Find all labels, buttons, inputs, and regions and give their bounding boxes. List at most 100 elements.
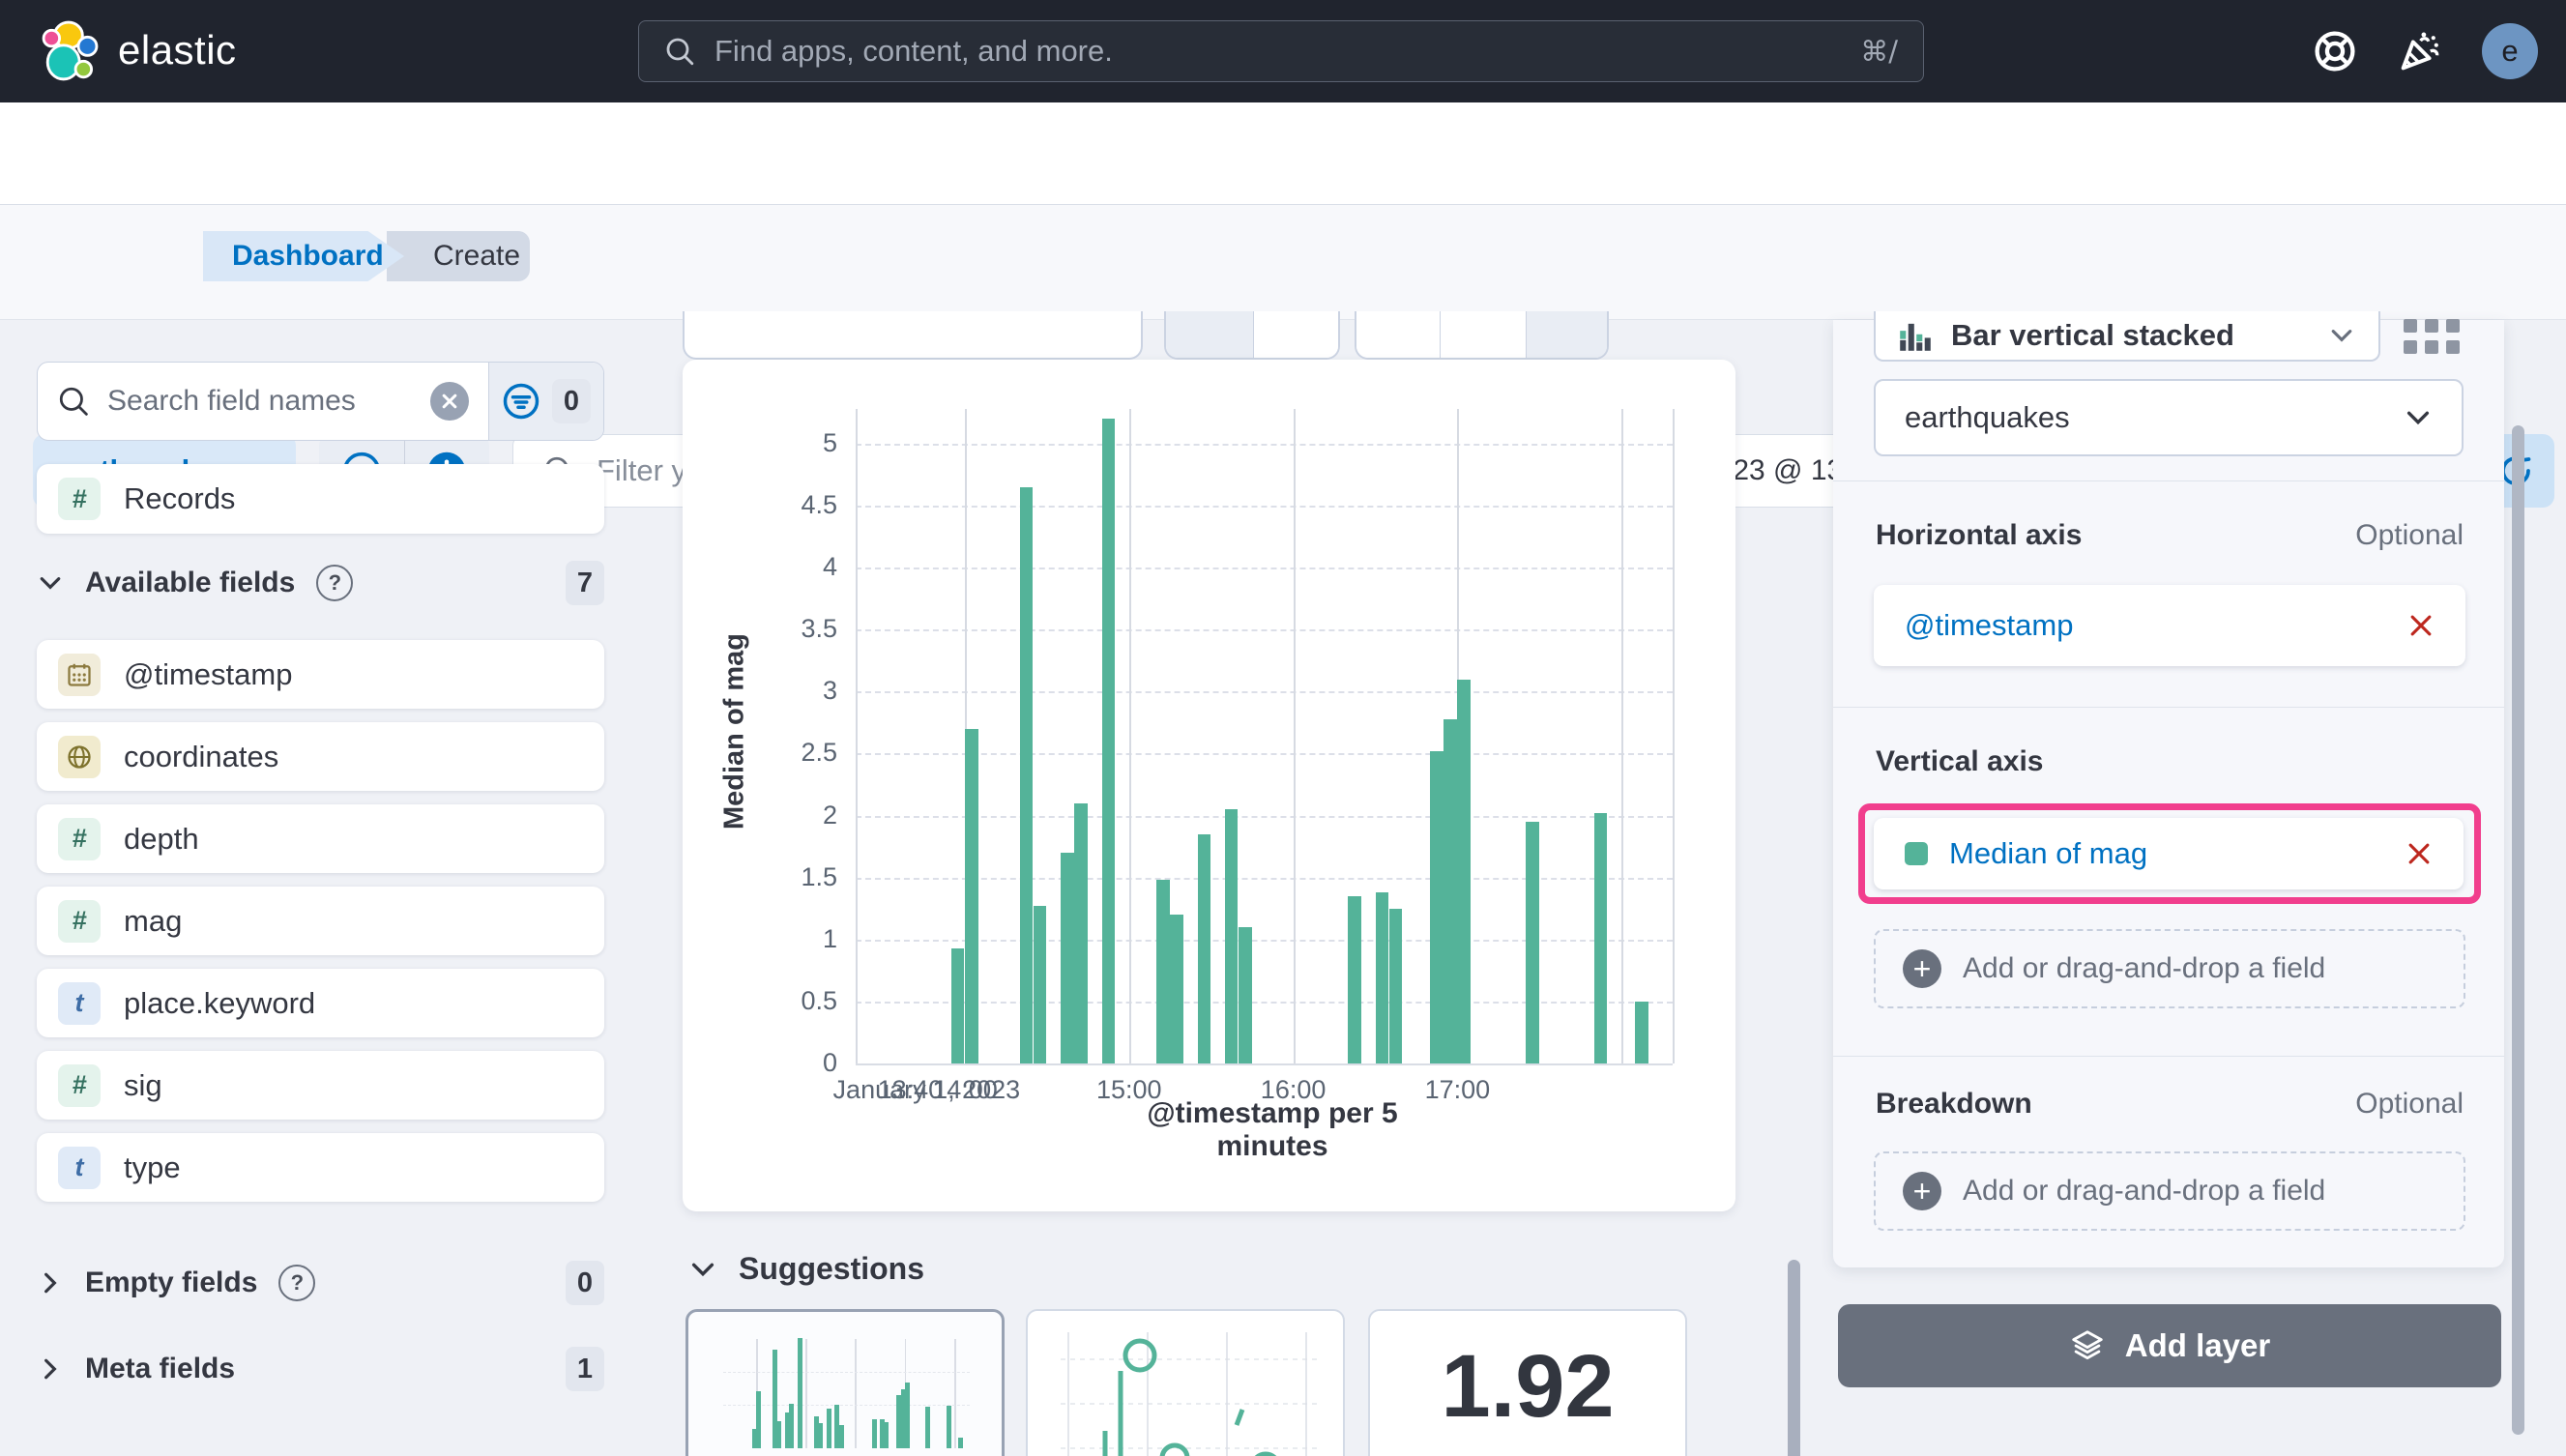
elastic-logo[interactable] xyxy=(41,19,104,83)
suggestions-header[interactable]: Suggestions xyxy=(688,1251,924,1287)
global-search-placeholder: Find apps, content, and more. xyxy=(714,34,1113,68)
mini-bar xyxy=(904,1382,910,1448)
field-item-type[interactable]: t type xyxy=(37,1133,604,1202)
mini-bar xyxy=(789,1403,795,1448)
remove-x-icon xyxy=(2408,843,2430,864)
bar-16:35[interactable] xyxy=(1388,908,1403,1063)
bar-16:50[interactable] xyxy=(1430,750,1443,1063)
y-tick-label: 1.5 xyxy=(801,861,837,891)
bar-14:25[interactable] xyxy=(1033,906,1047,1063)
available-fields-count-badge: 7 xyxy=(566,561,604,605)
number-token-icon: # xyxy=(58,899,101,943)
field-filter-button[interactable]: 0 xyxy=(488,363,603,440)
field-item-place-keyword[interactable]: t place.keyword xyxy=(37,969,604,1037)
bar-16:55[interactable] xyxy=(1443,718,1457,1063)
horizontal-axis-field-timestamp[interactable]: @timestamp xyxy=(1874,585,2465,666)
bar-15:40[interactable] xyxy=(1239,926,1252,1063)
toolbar-button-group2-clipped[interactable] xyxy=(1355,311,1609,360)
x-gridline xyxy=(1128,409,1131,1063)
meta-fields-section-toggle[interactable]: Meta fields 1 xyxy=(37,1345,604,1393)
meta-fields-title: Meta fields xyxy=(85,1353,236,1384)
help-button[interactable] xyxy=(2306,22,2364,80)
bar-15:25[interactable] xyxy=(1197,833,1211,1063)
field-item-mag[interactable]: # mag xyxy=(37,887,604,955)
toolbar-button-group-clipped[interactable] xyxy=(1164,311,1340,360)
field-name-label: coordinates xyxy=(124,739,279,773)
bar-17:50[interactable] xyxy=(1593,812,1608,1063)
bar-14:50[interactable] xyxy=(1101,419,1115,1063)
y-gridline xyxy=(856,443,1673,446)
empty-fields-title: Empty fields xyxy=(85,1267,258,1298)
y-gridline xyxy=(856,939,1673,942)
vertical-axis-field-median-of-mag[interactable]: Median of mag xyxy=(1874,818,2464,889)
layer-data-view-selector[interactable]: earthquakes xyxy=(1874,379,2464,456)
chart-type-label: Bar vertical stacked xyxy=(1951,318,2234,352)
x-tick-label: 14:00 xyxy=(932,1075,998,1104)
chart-switch-grid-icon[interactable] xyxy=(2404,319,2460,354)
remove-horizontal-field-button[interactable] xyxy=(2407,612,2435,639)
x-gridline xyxy=(1293,409,1296,1063)
y-gridline xyxy=(856,629,1673,632)
field-item--timestamp[interactable]: @timestamp xyxy=(37,640,604,709)
available-fields-section-toggle[interactable]: Available fields ? 7 xyxy=(37,559,604,607)
field-filter-count-badge: 0 xyxy=(552,379,591,423)
news-button[interactable] xyxy=(2391,22,2449,80)
records-field-item[interactable]: # Records xyxy=(37,464,604,534)
bar-14:20[interactable] xyxy=(1019,486,1034,1063)
bar-18:05[interactable] xyxy=(1635,1001,1648,1063)
mini-bar xyxy=(871,1419,877,1448)
add-layer-button[interactable]: Add layer xyxy=(1838,1304,2501,1387)
panel-divider xyxy=(1833,480,2504,481)
bar-14:40[interactable] xyxy=(1074,802,1088,1063)
workspace-toolbar-control-clipped[interactable] xyxy=(683,311,1143,360)
bar-15:10[interactable] xyxy=(1156,880,1170,1063)
bar-14:00[interactable] xyxy=(965,728,978,1063)
mini-bar xyxy=(884,1421,889,1448)
mini-gridline xyxy=(805,1339,807,1448)
y-gridline xyxy=(856,815,1673,818)
field-name-label: sig xyxy=(124,1067,162,1102)
field-item-depth[interactable]: # depth xyxy=(37,804,604,873)
bar-16:30[interactable] xyxy=(1375,892,1388,1063)
breakdown-section-title: Breakdown xyxy=(1876,1088,2032,1120)
bar-16:20[interactable] xyxy=(1348,895,1361,1063)
chart-type-selector[interactable]: Bar vertical stacked xyxy=(1874,311,2380,362)
global-search-input[interactable]: Find apps, content, and more. ⌘/ xyxy=(638,20,1924,82)
workspace-vertical-scrollbar[interactable] xyxy=(1788,1260,1800,1456)
suggestion-scatter-chart[interactable] xyxy=(1026,1309,1345,1456)
bar-vertical-stacked-icon xyxy=(1900,323,1931,351)
vertical-axis-add-field-button[interactable]: + Add or drag-and-drop a field xyxy=(1874,929,2465,1008)
search-shortcut-hint: ⌘/ xyxy=(1860,35,1898,68)
bar-13:55[interactable] xyxy=(950,947,965,1063)
close-icon xyxy=(442,393,457,409)
field-item-sig[interactable]: # sig xyxy=(37,1051,604,1120)
user-avatar[interactable]: e xyxy=(2482,23,2538,79)
breakdown-add-field-button[interactable]: + Add or drag-and-drop a field xyxy=(1874,1151,2465,1231)
breadcrumb-dashboard[interactable]: Dashboard xyxy=(203,231,404,281)
app-nav-bar: D Create Dashboard Explore data in Disco… xyxy=(0,102,2566,293)
remove-vertical-field-button[interactable] xyxy=(2406,840,2433,867)
y-tick-label: 2 xyxy=(822,800,837,830)
field-item-coordinates[interactable]: coordinates xyxy=(37,722,604,791)
bar-17:00[interactable] xyxy=(1457,679,1471,1063)
bar-chart-plot: 0 0.5 1 1.5 2 2.5 3 3.5 4 4.5 5 13:40 January 1, 202… xyxy=(683,360,1735,1211)
clear-search-button[interactable] xyxy=(430,382,469,421)
top-header-bar: elastic Find apps, content, and more. ⌘/ xyxy=(0,0,2566,102)
bar-15:15[interactable] xyxy=(1170,915,1183,1063)
mini-gridline xyxy=(723,1372,970,1373)
panel-vertical-scrollbar[interactable] xyxy=(2512,425,2524,1435)
suggestion-bar-chart[interactable] xyxy=(685,1309,1005,1456)
life-ring-icon xyxy=(2315,31,2355,72)
suggestion-scatter-preview xyxy=(1061,1332,1318,1456)
bar-14:35[interactable] xyxy=(1061,853,1074,1063)
bar-15:35[interactable] xyxy=(1224,809,1239,1063)
mini-bar xyxy=(946,1405,951,1448)
suggestion-metric[interactable]: 1.92 xyxy=(1368,1309,1687,1456)
bar-17:25[interactable] xyxy=(1526,821,1539,1063)
mini-bar xyxy=(826,1409,831,1448)
field-search-input[interactable]: Search field names xyxy=(38,363,488,440)
search-icon xyxy=(666,38,694,66)
empty-fields-section-toggle[interactable]: Empty fields ? 0 xyxy=(37,1259,604,1307)
plus-circle-icon: + xyxy=(1903,949,1941,988)
chevron-down-icon xyxy=(2406,411,2430,425)
